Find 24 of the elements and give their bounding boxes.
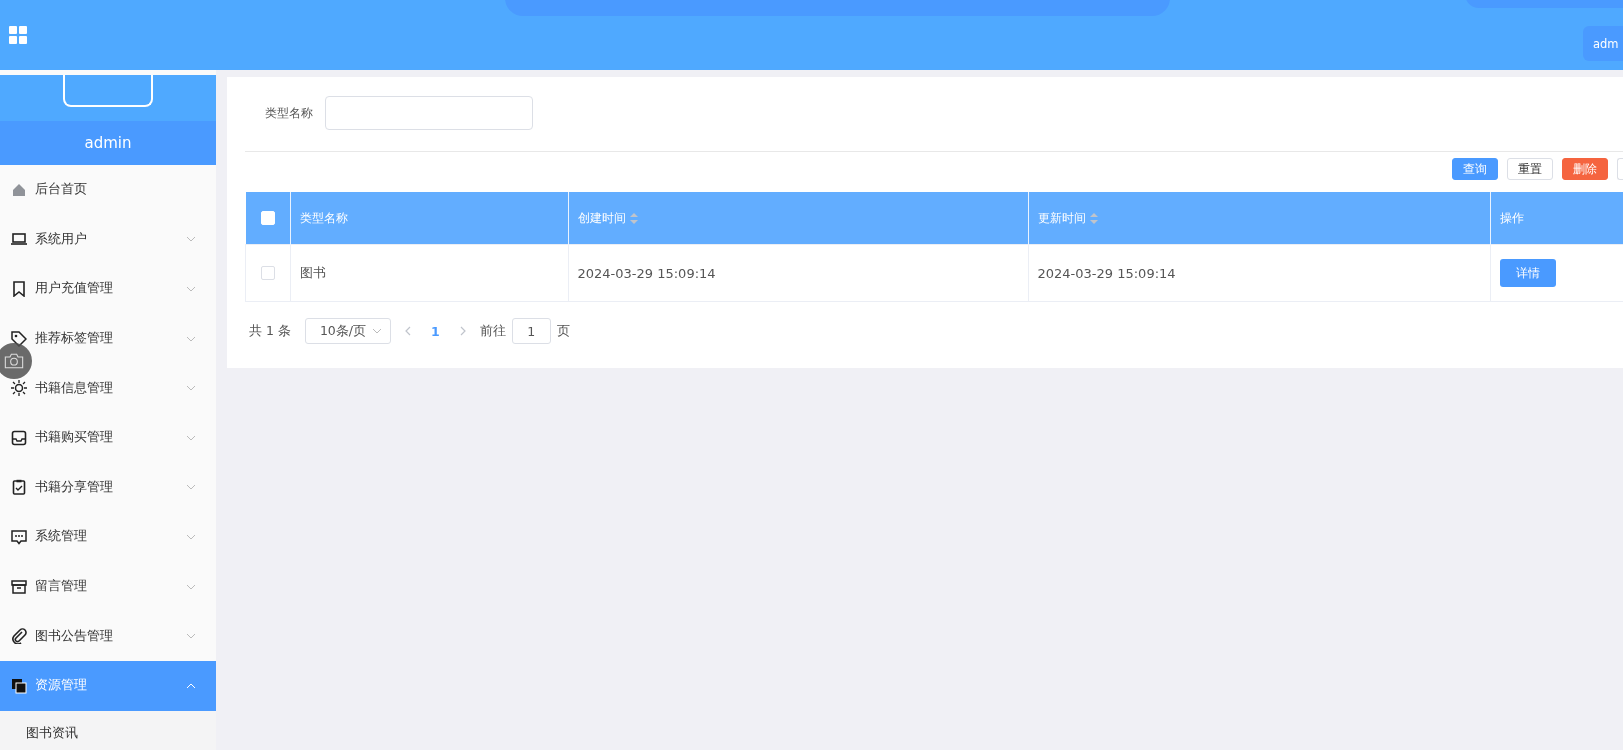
- sidebar-item[interactable]: 书籍购买管理: [0, 412, 216, 463]
- username: admin: [0, 121, 216, 165]
- sidebar-item[interactable]: 留言管理: [0, 561, 216, 612]
- sidebar-item[interactable]: 用户充值管理: [0, 264, 216, 314]
- column-header: 操作: [1490, 192, 1623, 245]
- page-suffix: 页: [556, 322, 570, 340]
- submenu-item[interactable]: 图书资讯: [0, 710, 216, 750]
- goto-page-field[interactable]: 1: [511, 318, 551, 344]
- total-count: 共 1 条: [249, 322, 291, 340]
- reset-button[interactable]: 重置: [1507, 158, 1553, 180]
- sidebar-item[interactable]: 书籍分享管理: [0, 462, 216, 513]
- field-label: 类型名称: [265, 104, 313, 122]
- sidebar-item[interactable]: 后台首页: [0, 165, 216, 215]
- page-size-select[interactable]: 10条/页: [304, 318, 391, 344]
- sidebar-item[interactable]: 书籍信息管理: [0, 363, 216, 413]
- sidebar-item[interactable]: 推荐标签管理: [0, 313, 216, 364]
- sidebar-item[interactable]: 图书公告管理: [0, 611, 216, 661]
- table-cell: 2024-03-29 15:09:14: [1028, 244, 1490, 302]
- goto-label: 前往: [479, 322, 506, 340]
- column-header: 类型名称: [290, 192, 568, 245]
- sidebar-item[interactable]: 系统用户: [0, 214, 216, 265]
- table-cell: 图书: [290, 244, 568, 302]
- sidebar-item[interactable]: 系统管理: [0, 512, 216, 562]
- table-cell: 2024-03-29 15:09:14: [568, 244, 1028, 302]
